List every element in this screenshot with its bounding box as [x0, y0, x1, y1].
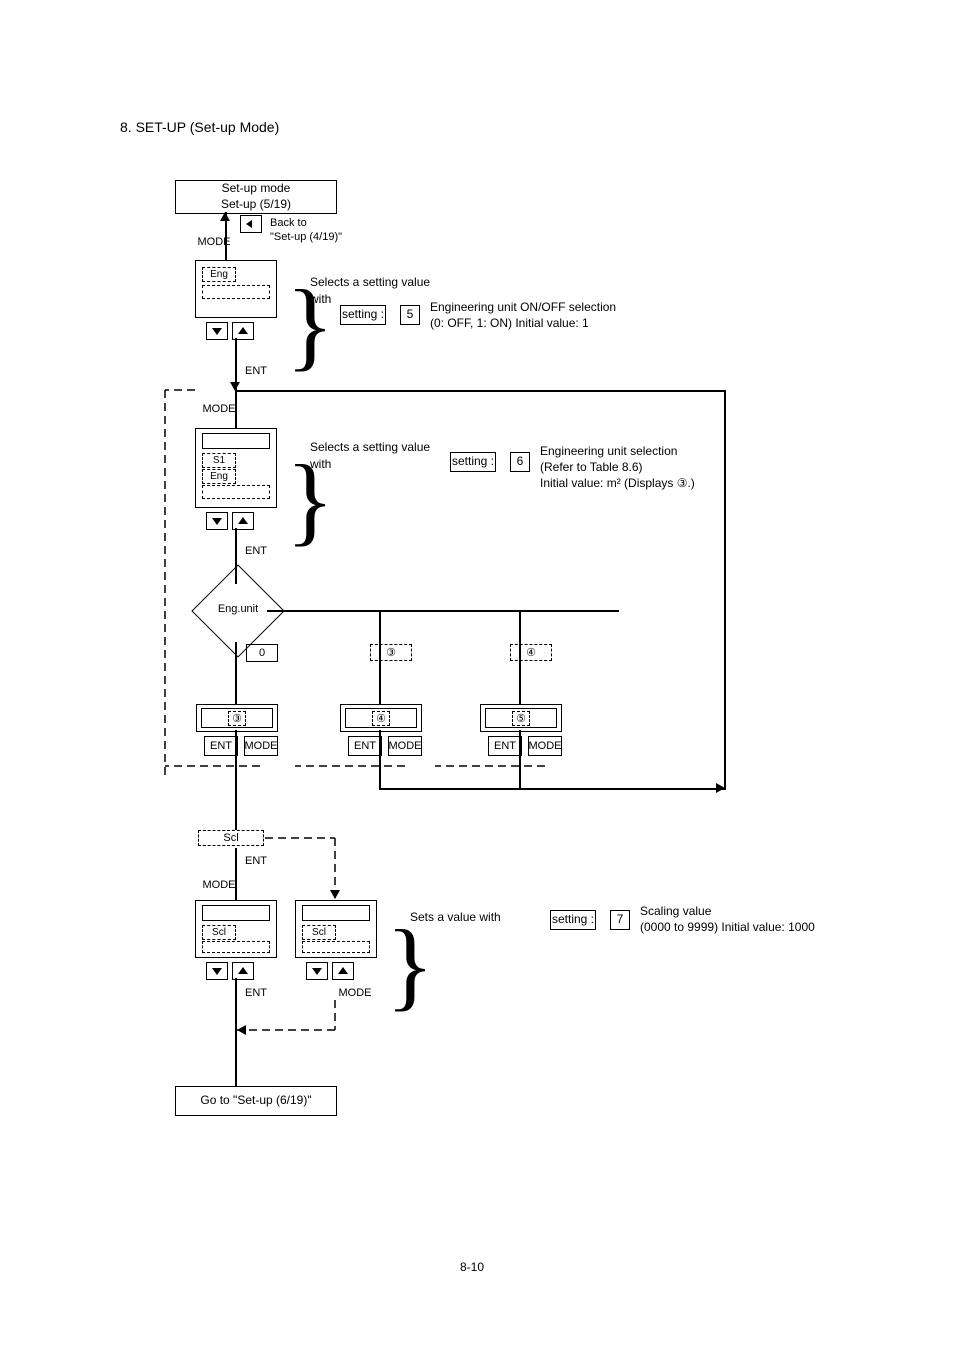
mode-under-3: MODE — [528, 736, 562, 756]
panel2-detail2: (Refer to Table 8.6) — [540, 460, 643, 476]
setting-index-3: 7 — [610, 910, 630, 930]
panel1-detail1: Engineering unit ON/OFF selection — [430, 300, 616, 316]
back-to-label: Back to"Set-up (4/19)" — [270, 216, 342, 245]
top-box-line2: Set-up (5/19) — [221, 197, 291, 213]
lcd-panel-1: Eng — [195, 260, 277, 318]
panel2-text1: Selects a setting value — [310, 440, 430, 456]
top-box: Set-up mode Set-up (5/19) — [175, 180, 337, 214]
setting-label-2: setting : — [450, 452, 496, 472]
panel2-detail3: Initial value: m² (Displays ③.) — [540, 476, 695, 492]
lcd2-opt2: Eng — [202, 469, 236, 484]
mode-under-1: MODE — [244, 736, 278, 756]
top-mode-key-label: MODE — [195, 235, 233, 249]
ent-under-1: ENT — [204, 736, 238, 756]
panel1-detail2: (0: OFF, 1: ON) Initial value: 1 — [430, 316, 589, 332]
setting-label-1: setting : — [340, 305, 386, 325]
mode-label-2: MODE — [200, 402, 238, 416]
lcd2-line — [202, 485, 270, 499]
disp-box-2: ④ — [340, 704, 422, 732]
panel1-text1: Selects a setting value — [310, 275, 430, 291]
lcd2-frame — [202, 433, 270, 449]
panel3-detail2: (0000 to 9999) Initial value: 1000 — [640, 920, 815, 936]
disp2-label: ④ — [372, 711, 390, 726]
lcd3a-opt1: Scl — [202, 925, 236, 940]
ent-label-2: ENT — [240, 542, 272, 560]
branch-3: ③ — [370, 644, 412, 661]
down-key-icon — [206, 512, 228, 530]
lcd2-opt1: S1 — [202, 453, 236, 468]
brace-2: } — [286, 470, 334, 530]
setting-index-2: 6 — [510, 452, 530, 472]
down-key-icon — [206, 322, 228, 340]
brace-3: } — [386, 935, 434, 995]
lcd1-line — [202, 285, 270, 299]
branch-0: 0 — [246, 644, 278, 662]
page-number: 8-10 — [460, 1260, 484, 1276]
disp1-label: ③ — [228, 711, 246, 726]
branch-4: ④ — [510, 644, 552, 661]
setting-index-1: 5 — [400, 305, 420, 325]
mode-scl: MODE — [200, 876, 238, 894]
panel3-text1: Sets a value with — [410, 910, 501, 926]
flowchart-page: { "title": "8. SET-UP (Set-up Mode)", "t… — [0, 0, 954, 1351]
setting-label-3: setting : — [550, 910, 596, 930]
disp-box-3: ⑤ — [480, 704, 562, 732]
page-title: 8. SET-UP (Set-up Mode) — [120, 118, 279, 136]
disp-box-1: ③ — [196, 704, 278, 732]
panel1-text2: with — [310, 292, 331, 308]
mode-under-2: MODE — [388, 736, 422, 756]
ent-under-2: ENT — [348, 736, 382, 756]
bottom-box: Go to "Set-up (6/19)" — [175, 1086, 337, 1116]
top-box-line1: Set-up mode — [221, 181, 291, 197]
left-key-icon — [240, 215, 262, 233]
lcd-panel-2: S1 Eng — [195, 428, 277, 508]
ent-label-1: ENT — [240, 362, 272, 380]
down-key-icon — [206, 962, 228, 980]
panel3-detail1: Scaling value — [640, 904, 711, 920]
ent-under-3: ENT — [488, 736, 522, 756]
disp3-label: ⑤ — [512, 711, 530, 726]
panel2-text2: with — [310, 457, 331, 473]
diamond-label: Eng.unit — [210, 602, 266, 616]
lcd1-opt: Eng — [202, 267, 236, 282]
panel2-detail1: Engineering unit selection — [540, 444, 677, 460]
